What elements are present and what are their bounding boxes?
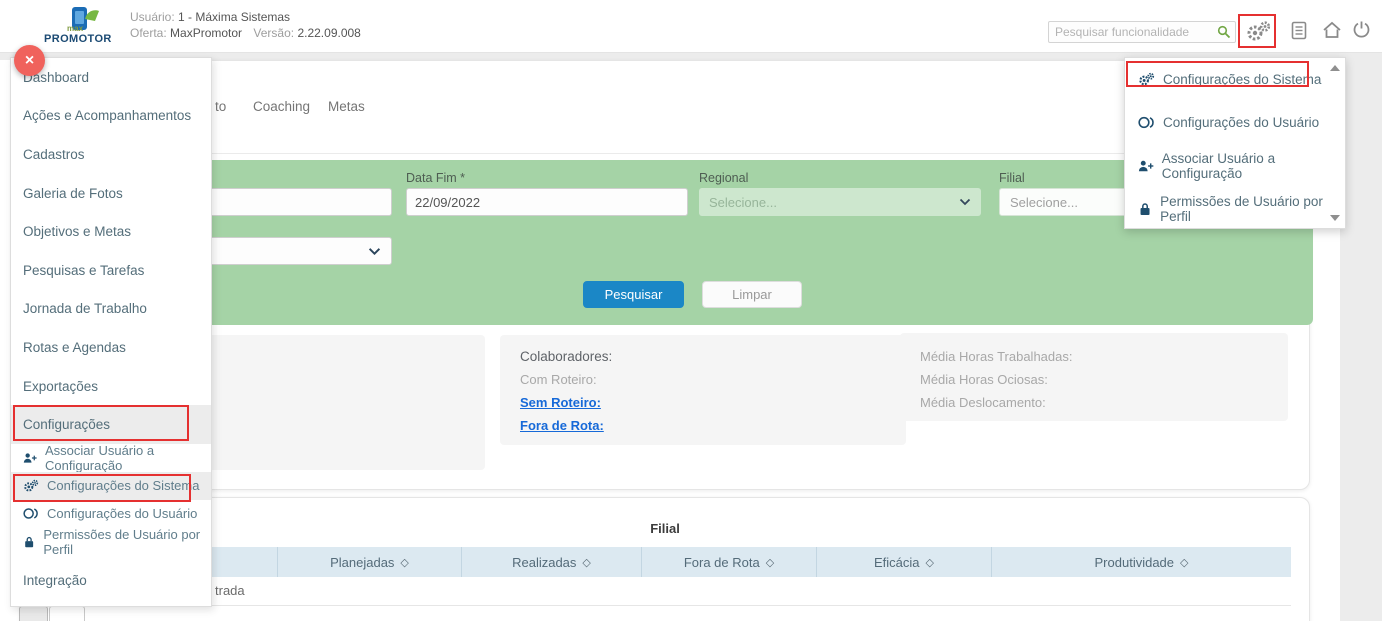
tab-metas[interactable]: Metas [328,99,365,114]
document-icon[interactable] [1291,21,1307,40]
sidebar-item-jornada-de-trabalho[interactable]: Jornada de Trabalho [11,290,211,329]
limpar-button[interactable]: Limpar [702,281,802,308]
sidebar-item-exportacoes[interactable]: Exportações [11,367,211,406]
sidebar-item-configuracoes[interactable]: Configurações [11,405,211,444]
search-functionality-box [1048,21,1236,43]
scroll-down-icon[interactable] [1330,215,1340,221]
version-label: Versão: [253,26,294,40]
table-col-eficacia[interactable]: Eficácia◇ [816,547,991,577]
pesquisar-button[interactable]: Pesquisar [583,281,684,308]
sem-roteiro-link[interactable]: Sem Roteiro: [520,395,601,410]
sidebar-item-configuracoes-do-usuario[interactable]: Configurações do Usuário [11,500,211,528]
toggle-icon [23,507,39,520]
sidebar-item-galeria-de-fotos[interactable]: Galeria de Fotos [11,174,211,213]
table-col-planejadas[interactable]: Planejadas◇ [277,547,461,577]
sidebar-item-integracao[interactable]: Integração [11,556,211,605]
sort-icon: ◇ [582,556,590,569]
data-fim-label: Data Fim * [406,171,465,185]
gears-icon [1138,72,1155,87]
summary-card-medias: Média Horas Trabalhadas: Média Horas Oci… [900,333,1288,421]
menu-item-configuracoes-do-sistema[interactable]: Configurações do Sistema [1125,58,1345,101]
regional-label: Regional [699,171,748,185]
com-roteiro-label: Com Roteiro: [520,372,597,387]
table-title: Filial [21,521,1309,536]
filter-panel: Data Fim * 22/09/2022 Regional Selecione… [36,160,1313,325]
settings-gears-icon[interactable] [1245,20,1272,44]
sidebar-item-associar-usuario[interactable]: Associar Usuário a Configuração [11,444,211,472]
table-col-fora-de-rota[interactable]: Fora de Rota◇ [641,547,816,577]
header-user-line: Usuário: 1 - Máxima Sistemas [130,9,290,25]
empty-message-fragment: trada [215,583,245,598]
filial-label: Filial [999,171,1025,185]
media-ociosas-label: Média Horas Ociosas: [920,372,1048,387]
sidebar-item-acoes-e-acompanhamentos[interactable]: Ações e Acompanhamentos [11,97,211,136]
user-value: 1 - Máxima Sistemas [178,10,290,24]
sidebar-menu: Dashboard Ações e Acompanhamentos Cadast… [10,57,212,607]
offer-value: MaxPromotor [170,26,242,40]
table-col-produtividade[interactable]: Produtividade◇ [991,547,1291,577]
tab-divider [22,153,1309,154]
filial-placeholder: Selecione... [1010,195,1078,210]
data-fim-value: 22/09/2022 [415,195,480,210]
sidebar-item-permissoes-por-perfil[interactable]: Permissões de Usuário por Perfil [11,528,211,556]
data-fim-input[interactable]: 22/09/2022 [406,188,688,216]
sort-icon: ◇ [400,556,408,569]
search-input[interactable] [1055,25,1217,39]
fora-de-rota-link[interactable]: Fora de Rota: [520,418,604,433]
close-icon[interactable]: × [14,45,45,76]
sidebar-item-objetivos-e-metas[interactable]: Objetivos e Metas [11,212,211,251]
tab-coaching[interactable]: Coaching [253,99,310,114]
table-empty-row: trada [37,577,1291,606]
chevron-down-icon [368,247,381,256]
filial-table-panel: Filial Planejadas◇ Realizadas◇ Fora de R… [20,497,1310,621]
sidebar-item-rotas-e-agendas[interactable]: Rotas e Agendas [11,328,211,367]
power-icon[interactable] [1352,20,1371,39]
header-bar: max PROMOTOR Usuário: 1 - Máxima Sistema… [0,0,1382,53]
lock-icon [23,535,35,549]
logo-text-max: max [67,24,83,33]
colaboradores-title: Colaboradores: [520,349,612,364]
logo-text-promotor: PROMOTOR [44,33,112,45]
sort-icon: ◇ [766,556,774,569]
tab-fragment[interactable]: to [215,99,226,114]
lock-icon [1138,202,1152,216]
gears-icon [23,479,39,493]
summary-card-colaboradores: Colaboradores: Com Roteiro: Sem Roteiro:… [500,335,906,445]
logo-leaf-icon [84,8,100,22]
menu-item-configuracoes-do-usuario[interactable]: Configurações do Usuário [1125,101,1345,144]
user-plus-icon [1138,159,1154,173]
regional-select[interactable]: Selecione... [699,188,981,216]
menu-item-permissoes-por-perfil[interactable]: Permissões de Usuário por Perfil [1125,187,1345,230]
clipped-button-1[interactable] [19,606,48,621]
table-header-row: Planejadas◇ Realizadas◇ Fora de Rota◇ Ef… [37,547,1291,577]
version-value: 2.22.09.008 [297,26,360,40]
sidebar-item-pesquisas-e-tarefas[interactable]: Pesquisas e Tarefas [11,251,211,290]
clipped-button-2[interactable] [49,606,85,621]
settings-dropdown: Configurações do Sistema Configurações d… [1124,57,1346,229]
media-trabalhadas-label: Média Horas Trabalhadas: [920,349,1072,364]
regional-placeholder: Selecione... [709,195,777,210]
user-plus-icon [23,451,37,465]
toggle-icon [1138,116,1155,129]
scroll-up-icon[interactable] [1330,65,1340,71]
search-icon[interactable] [1217,25,1231,39]
sort-icon: ◇ [926,556,934,569]
header-offer-line: Oferta: MaxPromotor Versão: 2.22.09.008 [130,25,361,41]
media-deslocamento-label: Média Deslocamento: [920,395,1046,410]
page-scrollbar-gutter[interactable] [1340,53,1382,621]
logo-phone-screen [75,11,84,24]
chevron-down-icon [959,198,971,206]
user-label: Usuário: [130,10,175,24]
sidebar-item-cadastros[interactable]: Cadastros [11,135,211,174]
offer-label: Oferta: [130,26,167,40]
menu-item-associar-usuario[interactable]: Associar Usuário a Configuração [1125,144,1345,187]
app-screen: max PROMOTOR Usuário: 1 - Máxima Sistema… [0,0,1382,621]
sort-icon: ◇ [1180,556,1188,569]
home-icon[interactable] [1322,21,1342,39]
table-col-realizadas[interactable]: Realizadas◇ [461,547,641,577]
sidebar-item-configuracoes-do-sistema[interactable]: Configurações do Sistema [11,472,211,500]
